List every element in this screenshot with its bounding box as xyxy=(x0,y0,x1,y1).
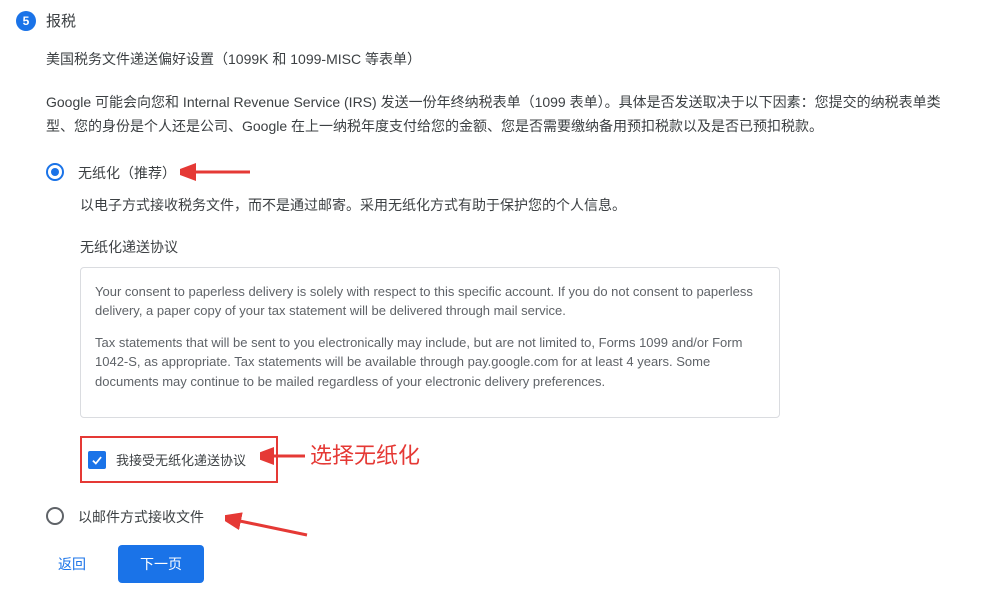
step-title: 报税 xyxy=(46,10,76,31)
agreement-p2: Tax statements that will be sent to you … xyxy=(95,333,759,392)
subtitle: 美国税务文件递送偏好设置（1099K 和 1099-MISC 等表单） xyxy=(46,49,976,69)
option-paperless[interactable]: 无纸化（推荐） xyxy=(46,161,976,183)
agreement-title: 无纸化递送协议 xyxy=(80,237,976,257)
step-header: 5 报税 xyxy=(0,10,996,31)
back-button[interactable]: 返回 xyxy=(46,546,98,582)
paperless-body: 以电子方式接收税务文件，而不是通过邮寄。采用无纸化方式有助于保护您的个人信息。 … xyxy=(46,195,976,502)
button-row: 返回 下一页 xyxy=(46,545,976,583)
radio-paperless[interactable] xyxy=(46,163,64,181)
checkbox-label: 我接受无纸化递送协议 xyxy=(116,450,246,469)
description-text: Google 可能会向您和 Internal Revenue Service (… xyxy=(46,91,946,139)
radio-paperless-label: 无纸化（推荐） xyxy=(78,161,176,183)
next-button[interactable]: 下一页 xyxy=(118,545,204,583)
check-icon xyxy=(90,453,104,467)
step-number-badge: 5 xyxy=(16,11,36,31)
radio-mail-label: 以邮件方式接收文件 xyxy=(78,505,204,527)
checkbox-row[interactable]: 我接受无纸化递送协议 xyxy=(80,436,278,483)
radio-mail[interactable] xyxy=(46,507,64,525)
annotation-select-paperless: 选择无纸化 xyxy=(310,438,420,470)
paperless-desc: 以电子方式接收税务文件，而不是通过邮寄。采用无纸化方式有助于保护您的个人信息。 xyxy=(80,195,976,215)
agreement-p1: Your consent to paperless delivery is so… xyxy=(95,282,759,321)
content-area: 美国税务文件递送偏好设置（1099K 和 1099-MISC 等表单） Goog… xyxy=(0,49,996,583)
agreement-box: Your consent to paperless delivery is so… xyxy=(80,267,780,419)
option-mail[interactable]: 以邮件方式接收文件 xyxy=(46,505,976,527)
checkbox-accept-agreement[interactable] xyxy=(88,451,106,469)
agreement-scroll[interactable]: Your consent to paperless delivery is so… xyxy=(95,282,769,404)
